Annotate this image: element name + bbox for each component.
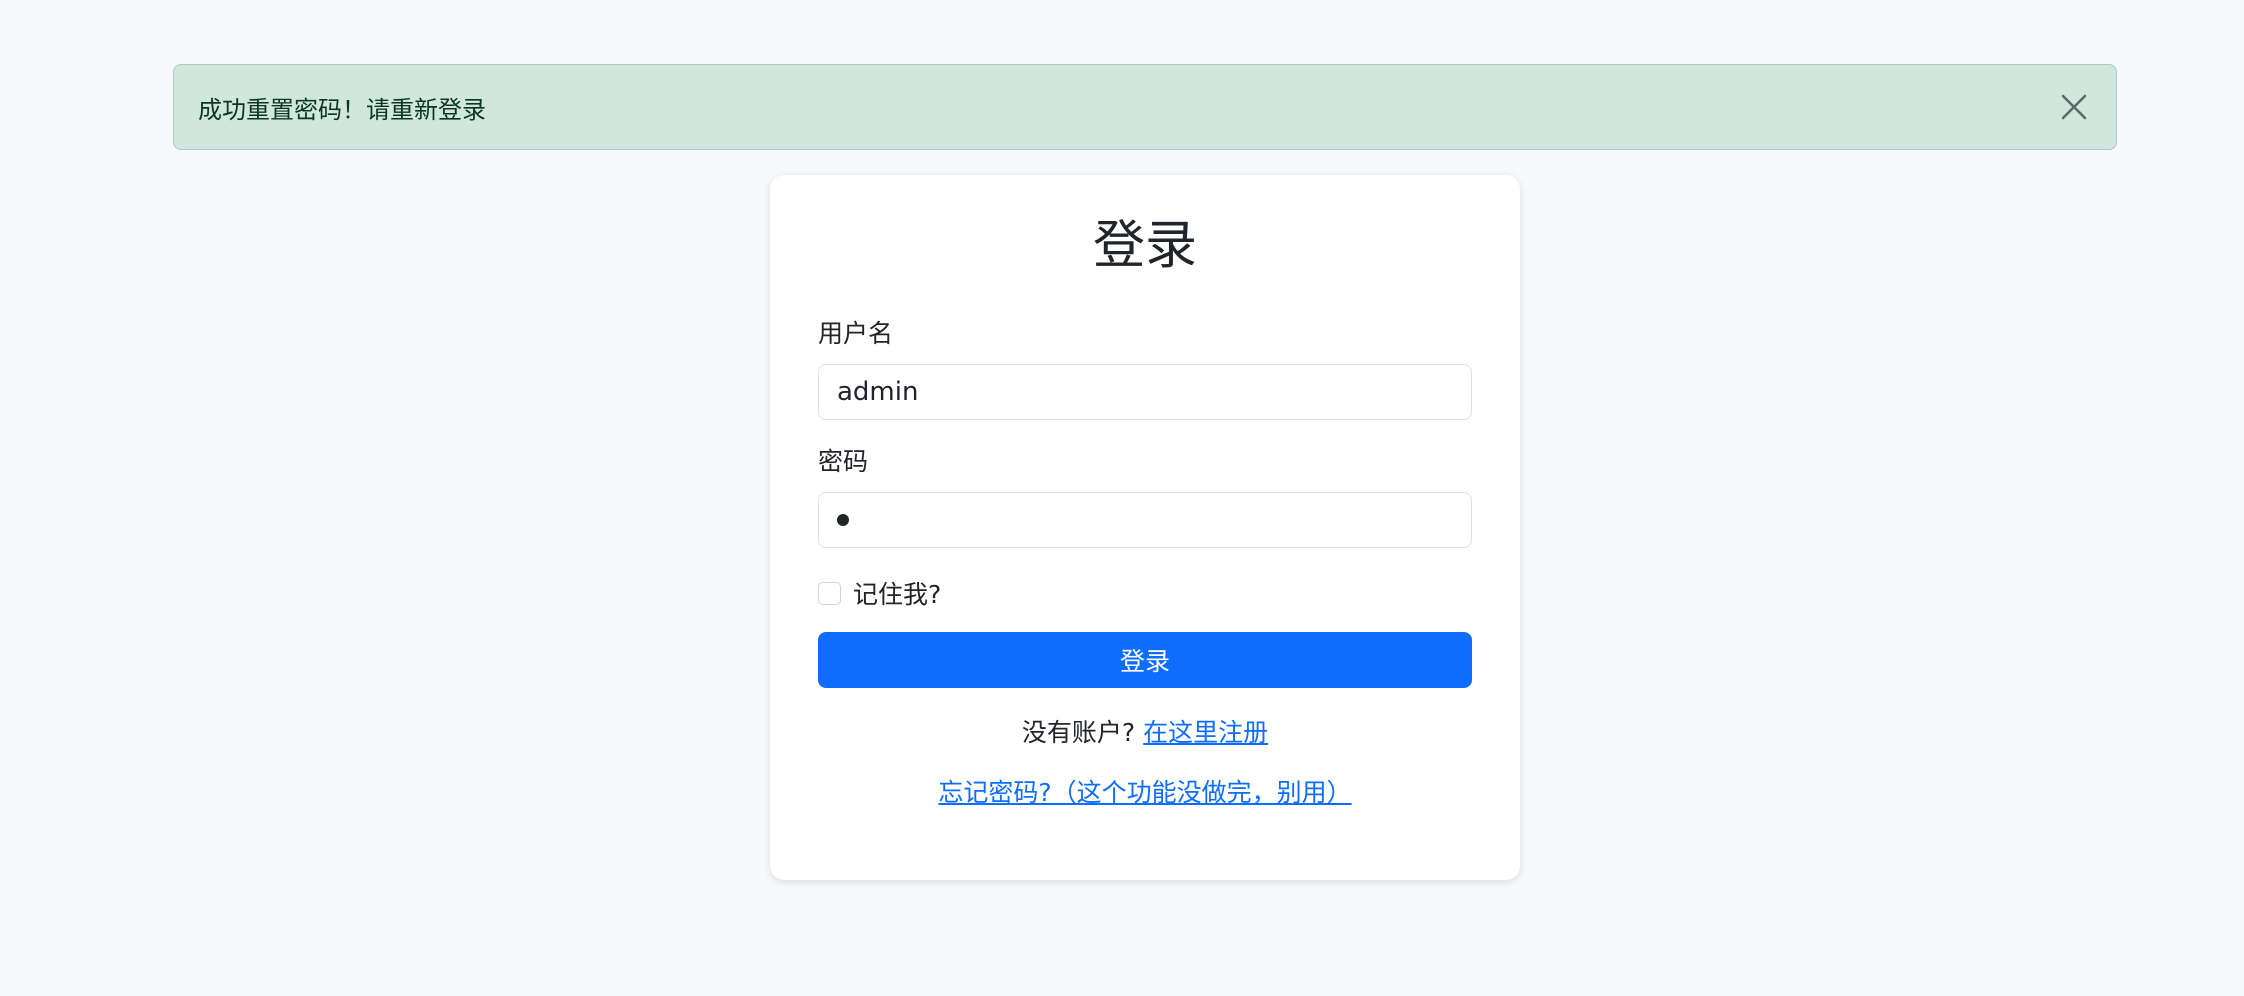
username-value: admin [837, 377, 919, 407]
password-label: 密码 [818, 447, 869, 476]
login-card: 登录 用户名 admin 密码 记住我? 登录 没有账户? 在这里注册 忘记密码… [770, 175, 1520, 880]
remember-me-label[interactable]: 记住我? [853, 575, 941, 611]
login-button[interactable]: 登录 [818, 632, 1472, 688]
close-icon[interactable] [2054, 87, 2094, 127]
register-row: 没有账户? 在这里注册 [770, 713, 1520, 749]
remember-me-checkbox[interactable] [818, 581, 841, 605]
alert-message: 成功重置密码！请重新登录 [198, 95, 486, 124]
username-field[interactable]: admin [818, 364, 1472, 420]
password-mask-dot [837, 514, 849, 526]
forgot-password-link[interactable]: 忘记密码?（这个功能没做完，别用） [938, 778, 1351, 807]
page-title: 登录 [1092, 216, 1197, 276]
remember-me-row: 记住我? [818, 575, 941, 611]
username-label: 用户名 [818, 319, 894, 348]
forgot-row: 忘记密码?（这个功能没做完，别用） [770, 773, 1520, 809]
no-account-text: 没有账户? [1021, 718, 1144, 747]
success-alert: 成功重置密码！请重新登录 [173, 64, 2117, 150]
password-field[interactable] [818, 492, 1472, 548]
register-link[interactable]: 在这里注册 [1143, 718, 1268, 747]
